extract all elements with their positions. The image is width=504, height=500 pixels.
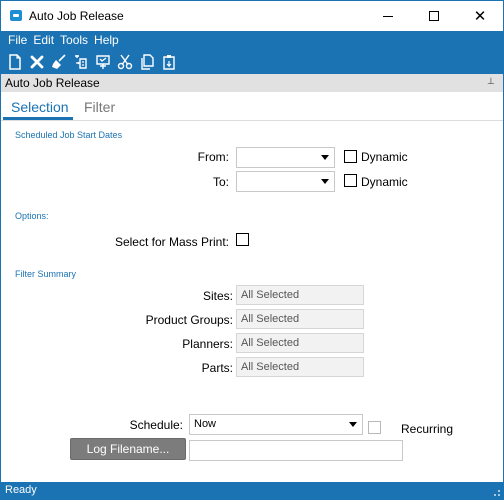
paste-icon [163, 55, 175, 70]
tab-selection-indicator [3, 117, 73, 120]
close-button[interactable]: ✕ [457, 1, 503, 31]
schedule-value: Now [194, 418, 217, 430]
cut-icon [117, 54, 133, 70]
product-groups-summary-value: All Selected [241, 313, 300, 325]
new-button[interactable] [4, 52, 26, 72]
log-filename-field[interactable] [189, 440, 403, 461]
close-icon: ✕ [473, 6, 487, 25]
mass-print-checkbox[interactable] [236, 233, 249, 246]
delete-icon [30, 55, 44, 69]
mass-print-label: Select for Mass Print: [114, 235, 229, 249]
chevron-down-icon [321, 155, 329, 160]
section-options-title: Options: [15, 211, 49, 221]
menu-edit[interactable]: Edit [30, 33, 57, 47]
status-bar: Ready [1, 482, 503, 499]
schedule-combo[interactable]: Now [189, 414, 363, 435]
menu-file[interactable]: File [5, 33, 30, 47]
dynamic-to-label: Dynamic [361, 175, 408, 189]
planners-summary-field: All Selected [236, 333, 364, 353]
refresh-button[interactable] [70, 52, 92, 72]
panel-header: Auto Job Release ⊥ [1, 74, 503, 92]
section-filter-summary-title: Filter Summary [15, 269, 77, 279]
clear-icon [52, 54, 66, 69]
sites-summary-value: All Selected [241, 289, 300, 301]
copy-icon [141, 54, 154, 70]
copy-button[interactable] [136, 52, 158, 72]
resize-grip-icon[interactable] [491, 487, 501, 497]
parts-summary-field: All Selected [236, 357, 364, 377]
recurring-label: Recurring [401, 422, 454, 436]
print-icon [96, 55, 110, 69]
chevron-down-icon [349, 422, 357, 427]
refresh-icon [75, 55, 87, 69]
paste-button[interactable] [158, 52, 180, 72]
tab-selection[interactable]: Selection [11, 99, 69, 115]
dynamic-to-checkbox[interactable] [344, 174, 357, 187]
print-button[interactable] [92, 52, 114, 72]
minimize-icon [383, 15, 393, 17]
from-date-combo[interactable] [236, 147, 335, 168]
tab-filter[interactable]: Filter [84, 99, 115, 115]
maximize-button[interactable] [411, 1, 457, 31]
app-icon [10, 10, 22, 21]
new-icon [9, 54, 21, 70]
clear-button[interactable] [48, 52, 70, 72]
dynamic-from-label: Dynamic [361, 150, 408, 164]
app-window: Auto Job Release ✕ File Edit Tools Help [0, 0, 504, 500]
title-bar: Auto Job Release ✕ [1, 1, 503, 31]
delete-button[interactable] [26, 52, 48, 72]
status-text: Ready [5, 484, 37, 496]
product-groups-summary-field: All Selected [236, 309, 364, 329]
window-title: Auto Job Release [29, 9, 124, 23]
planners-label: Planners: [182, 337, 233, 351]
product-groups-label: Product Groups: [145, 313, 233, 327]
minimize-button[interactable] [365, 1, 411, 31]
schedule-label: Schedule: [129, 418, 183, 432]
planners-summary-value: All Selected [241, 337, 300, 349]
menu-tools[interactable]: Tools [57, 33, 91, 47]
sites-summary-field: All Selected [236, 285, 364, 305]
from-label: From: [197, 150, 229, 164]
menu-help[interactable]: Help [91, 33, 122, 47]
to-date-combo[interactable] [236, 171, 335, 192]
parts-summary-value: All Selected [241, 361, 300, 373]
cut-button[interactable] [114, 52, 136, 72]
toolbar [4, 52, 180, 72]
menu-toolbar-area: File Edit Tools Help [1, 31, 503, 74]
parts-label: Parts: [201, 361, 233, 375]
chevron-down-icon [321, 179, 329, 184]
to-label: To: [212, 175, 229, 189]
panel-title: Auto Job Release [5, 76, 100, 90]
dynamic-from-checkbox[interactable] [344, 150, 357, 163]
menu-bar: File Edit Tools Help [5, 33, 122, 47]
section-scheduled-title: Scheduled Job Start Dates [15, 130, 123, 140]
pin-icon[interactable]: ⊥ [487, 76, 495, 87]
log-filename-button[interactable]: Log Filename... [70, 438, 186, 460]
maximize-icon [429, 11, 439, 21]
tab-bar: Selection Filter [1, 92, 503, 121]
recurring-checkbox[interactable] [368, 421, 381, 434]
sites-label: Sites: [202, 289, 233, 303]
